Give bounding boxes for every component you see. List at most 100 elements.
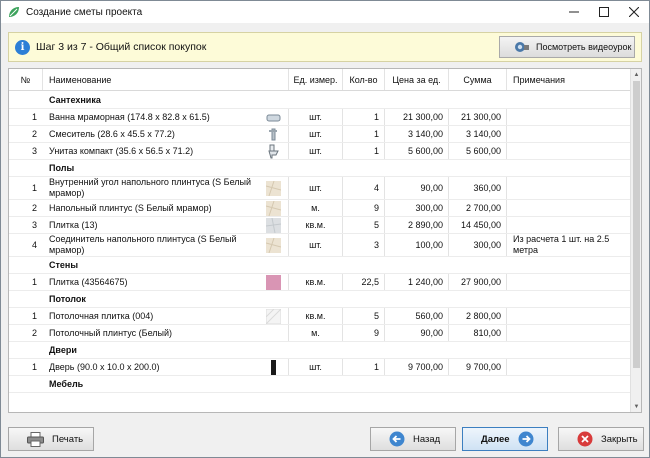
cell-sum: 2 800,00 <box>449 308 507 324</box>
cell-qty: 1 <box>343 126 385 142</box>
back-button[interactable]: Назад <box>370 427 456 451</box>
cell-unit: кв.м. <box>289 308 343 324</box>
header-price[interactable]: Цена за ед. <box>385 69 449 90</box>
table-row[interactable]: 3 Плитка (13) кв.м. 5 2 890,00 14 450,00 <box>9 217 631 234</box>
close-label: Закрыть <box>601 433 638 445</box>
cell-unit: кв.м. <box>289 274 343 290</box>
cell-num <box>9 160 43 176</box>
table-row[interactable]: 3 Унитаз компакт (35.6 x 56.5 x 71.2) шт. 1… <box>9 143 631 160</box>
close-button[interactable]: Закрыть <box>558 427 644 451</box>
cell-sum: 810,00 <box>449 325 507 341</box>
cell-name: Соединитель напольного плинтуса (S Белый… <box>49 234 237 255</box>
header-unit[interactable]: Ед. измер. <box>289 69 343 90</box>
cell-sum: 2 700,00 <box>449 200 507 216</box>
cell-unit: шт. <box>289 177 343 199</box>
cell-sum: 360,00 <box>449 177 507 199</box>
cell-price: 2 890,00 <box>385 217 449 233</box>
table-row[interactable]: 2 Смеситель (28.6 x 45.5 x 77.2) шт. 1 3 140… <box>9 126 631 143</box>
cell-num: 2 <box>31 129 37 139</box>
faucet-thumbnail-icon <box>269 128 277 140</box>
cell-qty: 5 <box>343 217 385 233</box>
header-sum[interactable]: Сумма <box>449 69 507 90</box>
cell-name: Плитка (43564675) <box>49 276 128 287</box>
header-qty[interactable]: Кол-во <box>343 69 385 90</box>
cell-thumbnail <box>259 234 289 256</box>
category-row[interactable]: Потолок <box>9 291 631 308</box>
marble-thumbnail-icon <box>266 237 281 253</box>
minimize-button[interactable] <box>559 1 589 23</box>
scroll-down-arrow-icon[interactable]: ▼ <box>631 401 641 412</box>
toilet-thumbnail-icon <box>268 144 279 158</box>
table-row[interactable]: 1 Дверь (90.0 x 10.0 x 200.0) шт. 1 9 700,00… <box>9 359 631 376</box>
maximize-button[interactable] <box>589 1 619 23</box>
cell-sum: 9 700,00 <box>449 359 507 375</box>
category-row[interactable]: Двери <box>9 342 631 359</box>
cell-num: 1 <box>31 183 37 193</box>
app-logo-icon <box>9 7 19 17</box>
cell-qty: 9 <box>343 200 385 216</box>
next-button[interactable]: Далее <box>462 427 548 451</box>
cell-thumbnail <box>259 217 289 233</box>
arrow-left-icon <box>389 431 405 447</box>
cell-qty: 1 <box>343 109 385 125</box>
cell-thumbnail <box>259 177 289 199</box>
cell-sum: 3 140,00 <box>449 126 507 142</box>
scroll-up-arrow-icon[interactable]: ▲ <box>631 69 641 80</box>
header-name[interactable]: Наименование <box>43 69 289 90</box>
title-bar: Создание сметы проекта <box>1 1 649 23</box>
header-note[interactable]: Примечания <box>507 69 631 90</box>
print-label: Печать <box>52 433 84 445</box>
category-name: Мебель <box>49 378 84 389</box>
category-row[interactable]: Сантехника <box>9 92 631 109</box>
table-row[interactable]: 1 Внутренний угол напольного плинтуса (S … <box>9 177 631 200</box>
cell-num: 1 <box>31 311 37 321</box>
cell-note: Из расчета 1 шт. на 2.5 метра <box>513 234 610 255</box>
category-row[interactable]: Стены <box>9 257 631 274</box>
cell-name: Дверь (90.0 x 10.0 x 200.0) <box>49 361 160 372</box>
cell-price: 5 600,00 <box>385 143 449 159</box>
table-row[interactable]: 1 Потолочная плитка (004) кв.м. 5 560,00 2 80… <box>9 308 631 325</box>
print-button[interactable]: Печать <box>8 427 94 451</box>
category-row[interactable]: Полы <box>9 160 631 177</box>
cell-price: 560,00 <box>385 308 449 324</box>
video-camera-icon <box>515 42 529 52</box>
category-row[interactable]: Мебель <box>9 376 631 393</box>
cell-sum: 21 300,00 <box>449 109 507 125</box>
table-row[interactable]: 1 Плитка (43564675) кв.м. 22,5 1 240,00 27 90… <box>9 274 631 291</box>
table-row[interactable]: 2 Напольный плинтус (S Белый мрамор) м. 9 30… <box>9 200 631 217</box>
table-row[interactable]: 1 Ванна мраморная (174.8 x 82.8 x 61.5) шт… <box>9 109 631 126</box>
cell-name: Напольный плинтус (S Белый мрамор) <box>49 202 212 213</box>
table-row[interactable]: 2 Потолочный плинтус (Белый) м. 9 90,00 810,0… <box>9 325 631 342</box>
header-num[interactable]: № <box>9 69 43 90</box>
cell-sum: 14 450,00 <box>449 217 507 233</box>
step-title: Шаг 3 из 7 - Общий список покупок <box>36 41 207 53</box>
watch-video-button[interactable]: Посмотреть видеоурок <box>499 36 635 58</box>
cell-num <box>9 291 43 307</box>
category-name: Полы <box>49 162 75 173</box>
purchase-list-table: № Наименование Ед. измер. Кол-во Цена за… <box>8 68 642 413</box>
cell-price: 100,00 <box>385 234 449 256</box>
close-red-icon <box>577 431 593 447</box>
scrollbar-thumb[interactable] <box>633 81 640 368</box>
window-title: Создание сметы проекта <box>26 6 143 18</box>
table-grid: № Наименование Ед. измер. Кол-во Цена за… <box>9 69 631 412</box>
cell-qty: 1 <box>343 143 385 159</box>
table-row[interactable]: 4 Соединитель напольного плинтуса (S Белы… <box>9 234 631 257</box>
cell-thumbnail <box>259 274 289 290</box>
cell-note <box>507 177 631 199</box>
cell-unit: шт. <box>289 126 343 142</box>
cell-qty: 3 <box>343 234 385 256</box>
info-icon: i <box>15 39 30 55</box>
cell-num: 1 <box>31 277 37 287</box>
cell-note <box>507 359 631 375</box>
bathtub-thumbnail-icon <box>266 114 281 121</box>
category-name: Сантехника <box>49 94 101 105</box>
cell-sum: 300,00 <box>449 234 507 256</box>
close-window-button[interactable] <box>619 1 649 23</box>
cell-qty: 1 <box>343 359 385 375</box>
vertical-scrollbar[interactable]: ▲ ▼ <box>630 69 641 412</box>
cell-price: 300,00 <box>385 200 449 216</box>
cell-num: 2 <box>31 328 37 338</box>
cell-num: 2 <box>31 203 37 213</box>
cell-num <box>9 257 43 273</box>
